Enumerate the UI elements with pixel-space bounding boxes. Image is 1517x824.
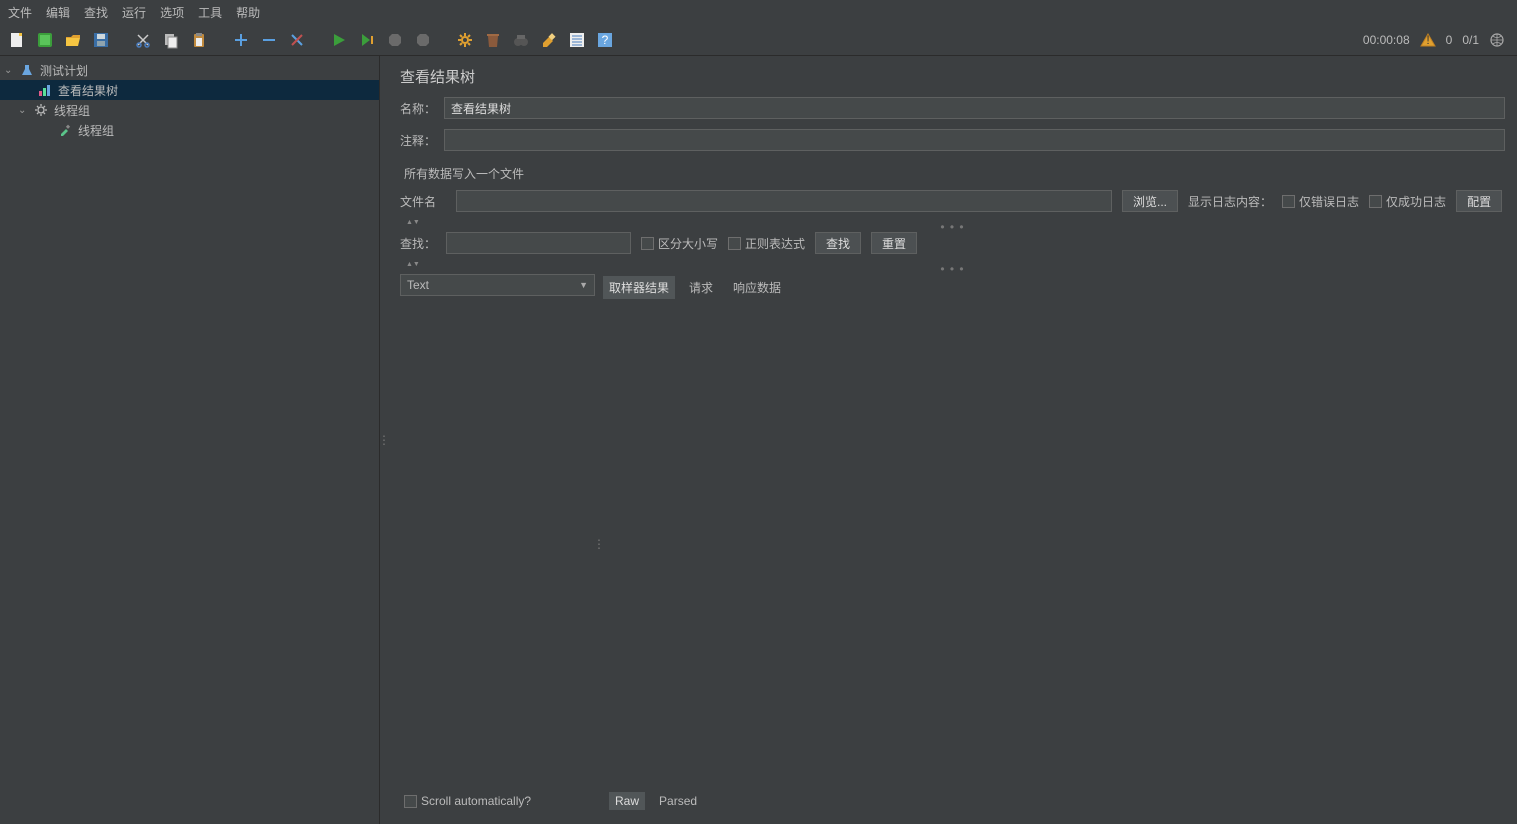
filename-label: 文件名	[400, 193, 446, 210]
copy-icon[interactable]	[160, 29, 182, 51]
open-icon[interactable]	[62, 29, 84, 51]
trash-icon[interactable]	[482, 29, 504, 51]
vertical-splitter[interactable]: ⋮	[380, 56, 388, 824]
menu-find[interactable]: 查找	[84, 4, 108, 21]
subtab-parsed[interactable]: Parsed	[653, 792, 703, 810]
tab-sampler-result[interactable]: 取样器结果	[603, 276, 675, 299]
tree-view-results[interactable]: 查看结果树	[0, 80, 379, 100]
menu-options[interactable]: 选项	[160, 4, 184, 21]
minus-icon[interactable]	[258, 29, 280, 51]
flask-icon	[19, 62, 35, 78]
only-success-checkbox[interactable]: 仅成功日志	[1369, 193, 1446, 210]
menu-file[interactable]: 文件	[8, 4, 32, 21]
toggle-icon[interactable]	[286, 29, 308, 51]
content-panel: 查看结果树 名称： 注释： 所有数据写入一个文件 文件名 浏览... 显示日志内…	[388, 56, 1517, 824]
tree-test-plan[interactable]: ⌄ 测试计划	[0, 60, 379, 80]
chevron-down-icon[interactable]: ⌄	[18, 105, 28, 116]
dropper-icon	[57, 122, 73, 138]
showlog-label: 显示日志内容：	[1188, 193, 1272, 210]
sub-tabs: Raw Parsed	[603, 788, 1505, 814]
subtab-raw[interactable]: Raw	[609, 792, 645, 810]
reset-button[interactable]: 重置	[871, 232, 917, 254]
comment-input[interactable]	[444, 129, 1505, 151]
horizontal-splitter-2[interactable]: • • •	[400, 262, 1505, 272]
regex-checkbox[interactable]: 正则表达式	[728, 235, 805, 252]
browse-button[interactable]: 浏览...	[1122, 190, 1178, 212]
thread-count: 0/1	[1462, 33, 1479, 47]
stop-icon[interactable]	[384, 29, 406, 51]
result-tabs: 取样器结果 请求 响应数据	[603, 274, 1505, 305]
result-left-panel: Text ▼ Scroll automatically?	[400, 274, 595, 814]
tree-label: 线程组	[78, 122, 114, 139]
menu-bar: 文件 编辑 查找 运行 选项 工具 帮助	[0, 0, 1517, 25]
tree-label: 测试计划	[40, 62, 88, 79]
menu-help[interactable]: 帮助	[236, 4, 260, 21]
svg-text:!: !	[1426, 33, 1429, 47]
menu-edit[interactable]: 编辑	[46, 4, 70, 21]
plus-icon[interactable]	[230, 29, 252, 51]
sample-list[interactable]	[400, 296, 595, 788]
main: ⌄ 测试计划 查看结果树 ⌄ 线程组 线程组 ⋮ 查看结果树 名称： 注释：	[0, 56, 1517, 824]
chevron-down-icon[interactable]: ⌄	[4, 65, 14, 76]
only-error-checkbox[interactable]: 仅错误日志	[1282, 193, 1359, 210]
gear-icon[interactable]	[454, 29, 476, 51]
globe-icon[interactable]	[1489, 32, 1505, 48]
inner-splitter[interactable]: ⋮	[595, 274, 603, 814]
scroll-auto-checkbox[interactable]: Scroll automatically?	[404, 794, 591, 808]
paste-icon[interactable]	[188, 29, 210, 51]
tree-panel: ⌄ 测试计划 查看结果树 ⌄ 线程组 线程组	[0, 56, 380, 824]
name-input[interactable]	[444, 97, 1505, 119]
clear-icon[interactable]	[538, 29, 560, 51]
result-body[interactable]	[603, 305, 1505, 788]
find-button[interactable]: 查找	[815, 232, 861, 254]
search-input[interactable]	[446, 232, 631, 254]
cut-icon[interactable]	[132, 29, 154, 51]
tree-label: 查看结果树	[58, 82, 118, 99]
filename-input[interactable]	[456, 190, 1112, 212]
save-icon[interactable]	[90, 29, 112, 51]
render-dropdown[interactable]: Text ▼	[400, 274, 595, 296]
menu-run[interactable]: 运行	[122, 4, 146, 21]
toolbar: ? 00:00:08 ! 0 0/1	[0, 25, 1517, 56]
tree-label: 线程组	[54, 102, 90, 119]
file-section-title: 所有数据写入一个文件	[404, 165, 1505, 182]
binoculars-icon[interactable]	[510, 29, 532, 51]
case-sensitive-checkbox[interactable]: 区分大小写	[641, 235, 718, 252]
chart-icon	[37, 82, 53, 98]
shutdown-icon[interactable]	[412, 29, 434, 51]
timer: 00:00:08	[1363, 33, 1410, 47]
tab-response-data[interactable]: 响应数据	[727, 276, 787, 299]
help-icon[interactable]: ?	[594, 29, 616, 51]
warning-icon[interactable]: !	[1420, 32, 1436, 48]
gear-icon	[33, 102, 49, 118]
template-icon[interactable]	[34, 29, 56, 51]
new-icon[interactable]	[6, 29, 28, 51]
error-count: 0	[1446, 33, 1453, 47]
tab-request[interactable]: 请求	[683, 276, 719, 299]
list-icon[interactable]	[566, 29, 588, 51]
menu-tools[interactable]: 工具	[198, 4, 222, 21]
start-no-icon[interactable]	[356, 29, 378, 51]
horizontal-splitter-1[interactable]: • • •	[400, 220, 1505, 230]
chevron-down-icon: ▼	[579, 280, 588, 290]
name-label: 名称：	[400, 100, 436, 117]
tree-thread-group[interactable]: ⌄ 线程组	[0, 100, 379, 120]
tree-thread-group-child[interactable]: 线程组	[0, 120, 379, 140]
status-area: 00:00:08 ! 0 0/1	[1363, 32, 1511, 48]
start-icon[interactable]	[328, 29, 350, 51]
panel-title: 查看结果树	[400, 66, 1505, 87]
comment-label: 注释：	[400, 132, 436, 149]
search-label: 查找：	[400, 235, 436, 252]
configure-button[interactable]: 配置	[1456, 190, 1502, 212]
result-right-panel: 取样器结果 请求 响应数据 Raw Parsed	[603, 274, 1505, 814]
svg-text:?: ?	[602, 33, 609, 47]
